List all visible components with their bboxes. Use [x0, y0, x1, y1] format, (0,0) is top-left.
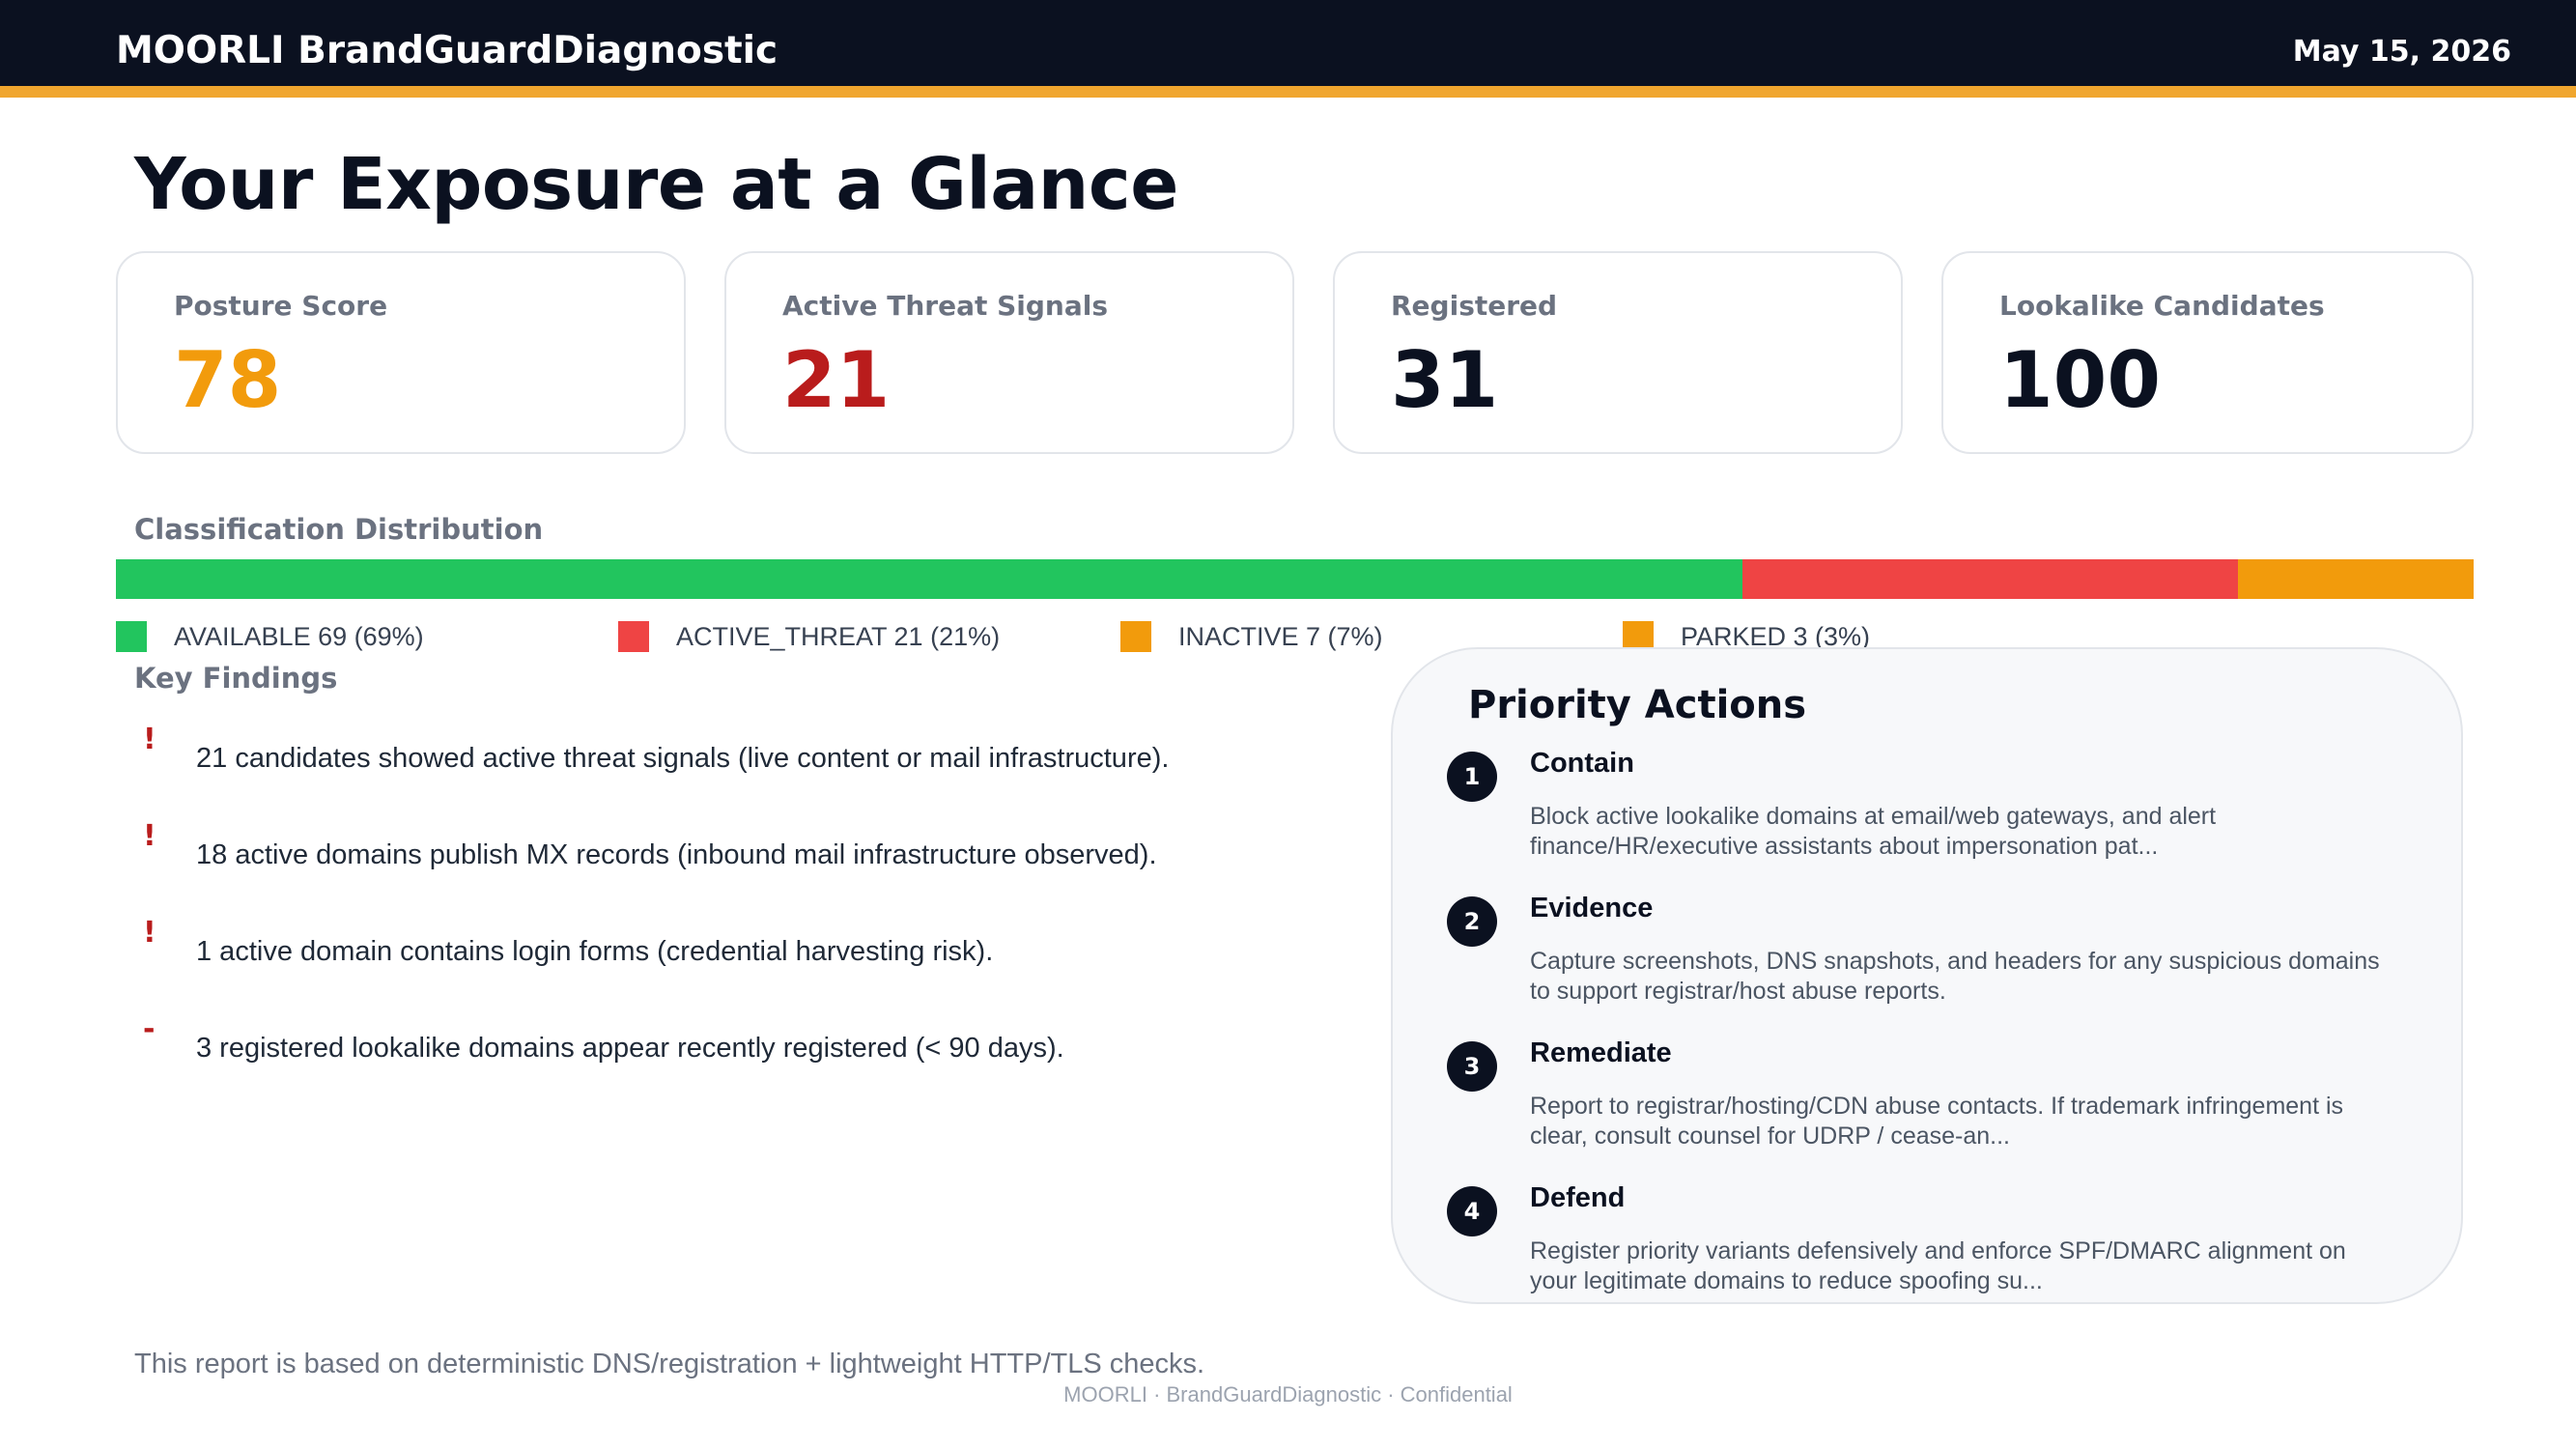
step-number-badge: 3 — [1447, 1041, 1497, 1092]
distribution-label: Classification Distribution — [134, 513, 544, 546]
action-title: Evidence — [1530, 893, 1654, 923]
action-description: Block active lookalike domains at email/… — [1530, 803, 2217, 860]
action-title: Defend — [1530, 1182, 1626, 1213]
header-accent-bar — [0, 86, 2576, 98]
legend-label: ACTIVE_THREAT 21 (21%) — [676, 622, 1001, 651]
card-label: Lookalike Candidates — [1999, 290, 2325, 322]
confidential-footer: MOORLI · BrandGuardDiagnostic · Confiden… — [1063, 1382, 1513, 1406]
brand-title: MOORLI BrandGuardDiagnostic — [116, 29, 778, 72]
action-description: Report to registrar/hosting/CDN abuse co… — [1530, 1093, 2344, 1150]
lookalike-candidates-card: Lookalike Candidates 100 — [1941, 251, 2474, 454]
legend-swatch — [618, 621, 649, 652]
action-description: Capture screenshots, DNS snapshots, and … — [1530, 948, 2380, 1005]
finding-text: 18 active domains publish MX records (in… — [196, 839, 1157, 870]
classification-distribution-bar — [116, 559, 2474, 599]
dist-segment-available — [116, 559, 1743, 599]
action-description: Register priority variants defensively a… — [1530, 1237, 2346, 1294]
legend-swatch — [116, 621, 147, 652]
active-threat-signals-value: 21 — [782, 335, 891, 425]
registered-value: 31 — [1391, 335, 1499, 425]
card-label: Active Threat Signals — [782, 290, 1108, 322]
dist-segment-active-threat — [1742, 559, 2238, 599]
top-header: MOORLI BrandGuardDiagnostic May 15, 2026 — [0, 0, 2576, 87]
priority-actions-title: Priority Actions — [1468, 683, 1807, 727]
dist-segment-inactive — [2237, 559, 2403, 599]
priority-actions-panel: Priority Actions 1 Contain Block active … — [1391, 647, 2463, 1304]
registered-card: Registered 31 — [1333, 251, 1903, 454]
page-title: Your Exposure at a Glance — [134, 143, 1178, 226]
step-number-badge: 2 — [1447, 896, 1497, 947]
action-title: Contain — [1530, 748, 1634, 779]
report-date: May 15, 2026 — [2292, 35, 2511, 69]
report-footnote: This report is based on deterministic DN… — [134, 1349, 1205, 1379]
card-label: Registered — [1391, 290, 1558, 322]
posture-score-value: 78 — [174, 335, 282, 425]
step-number-badge: 1 — [1447, 752, 1497, 802]
legend-label: AVAILABLE 69 (69%) — [174, 622, 424, 651]
dash-icon: - — [143, 1012, 156, 1046]
card-label: Posture Score — [174, 290, 388, 322]
alert-icon: ! — [143, 819, 156, 853]
lookalike-candidates-value: 100 — [1999, 335, 2161, 425]
finding-text: 3 registered lookalike domains appear re… — [196, 1033, 1064, 1064]
legend-label: INACTIVE 7 (7%) — [1178, 622, 1383, 651]
alert-icon: ! — [143, 916, 156, 950]
action-title: Remediate — [1530, 1037, 1672, 1068]
alert-icon: ! — [143, 723, 156, 756]
posture-score-card: Posture Score 78 — [116, 251, 686, 454]
legend-swatch — [1120, 621, 1151, 652]
dist-segment-parked — [2402, 559, 2474, 599]
active-threat-signals-card: Active Threat Signals 21 — [724, 251, 1294, 454]
finding-text: 1 active domain contains login forms (cr… — [196, 936, 994, 967]
step-number-badge: 4 — [1447, 1186, 1497, 1236]
key-findings-label: Key Findings — [134, 662, 338, 695]
finding-text: 21 candidates showed active threat signa… — [196, 743, 1170, 774]
